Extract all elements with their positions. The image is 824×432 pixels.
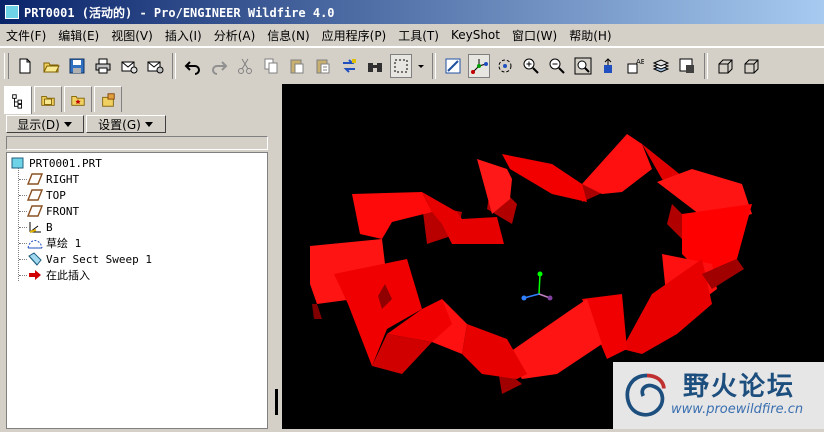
tab-folder-browser[interactable] [34,86,62,112]
tree-node-insert-here[interactable]: 在此插入 [27,267,90,283]
cut-icon[interactable] [234,54,256,78]
part-app-icon [5,5,19,19]
tree-column-header[interactable] [6,136,268,150]
coord-system-icon [29,222,41,233]
show-dropdown-label: 显示(D) [17,117,60,132]
insert-here-arrow-icon [29,270,41,280]
main-toolbar: AB [0,47,824,85]
forum-watermark: 野火论坛 www.proewildfire.cn [613,362,824,429]
show-dropdown[interactable]: 显示(D) [6,115,84,133]
tree-node-csys[interactable]: B [27,219,53,235]
paste-icon[interactable] [286,54,308,78]
tab-favorites[interactable] [64,86,92,112]
menu-tools[interactable]: 工具(T) [392,27,445,44]
regenerate-icon[interactable] [338,54,360,78]
menu-keyshot[interactable]: KeyShot [445,28,506,42]
menu-insert[interactable]: 插入(I) [159,27,208,44]
hidden-line-icon[interactable] [740,54,762,78]
repaint-icon[interactable] [442,54,464,78]
forum-logo-icon [625,373,666,417]
menu-edit[interactable]: 编辑(E) [52,27,105,44]
saved-views-icon[interactable]: AB [624,54,646,78]
sketch-icon [27,240,43,249]
zoom-in-icon[interactable] [520,54,542,78]
folder-browser-icon [41,95,55,106]
spin-center-icon[interactable] [468,54,490,78]
svg-text:AB: AB [636,58,644,66]
menu-view[interactable]: 视图(V) [105,27,159,44]
tree-node-top[interactable]: TOP [27,187,66,203]
tree-node-part[interactable]: PRT0001.PRT [10,155,102,171]
window-title: PRT0001 (活动的) - Pro/ENGINEER Wildfire 4.… [24,5,335,20]
datum-plane-icon [27,173,43,185]
navigator-tabs [4,86,124,114]
chevron-down-icon [144,122,153,127]
view-manager-icon[interactable] [676,54,698,78]
select-box-icon[interactable] [390,54,412,78]
undo-icon[interactable] [182,54,204,78]
panel-splitter[interactable] [272,84,282,429]
reorient-icon[interactable] [598,54,620,78]
tree-option-bar: 显示(D) 设置(G) [6,115,168,133]
tree-node-sweep[interactable]: Var Sect Sweep 1 [27,251,152,267]
datum-plane-icon [27,189,43,201]
settings-dropdown-label: 设置(G) [98,117,141,132]
menu-bar: 文件(F) 编辑(E) 视图(V) 插入(I) 分析(A) 信息(N) 应用程序… [0,24,824,47]
open-folder-icon[interactable] [40,54,62,78]
toolbar-separator [172,53,176,79]
favorites-folder-icon [71,95,85,106]
send-mail-icon[interactable] [118,54,140,78]
find-icon[interactable] [364,54,386,78]
model-tree-panel: 显示(D) 设置(G) PRT0001.PRT RIGHT TOP FRONT [0,84,272,429]
tree-connector-line [18,167,19,281]
toolbar-grip[interactable] [4,53,9,79]
redo-icon[interactable] [208,54,230,78]
model-tree-icon [12,93,22,109]
datum-plane-icon [27,205,43,217]
connections-icon [102,92,115,107]
menu-applications[interactable]: 应用程序(P) [316,27,393,44]
menu-window[interactable]: 窗口(W) [506,27,563,44]
model-tree: PRT0001.PRT RIGHT TOP FRONT B 草绘 1 Var S… [6,152,268,429]
tab-connections[interactable] [94,86,122,112]
menu-info[interactable]: 信息(N) [261,27,315,44]
splitter-collapse-icon [275,389,278,415]
layers-icon[interactable] [650,54,672,78]
part-icon [11,157,24,169]
shading-icon[interactable] [714,54,736,78]
tree-node-right[interactable]: RIGHT [27,171,79,187]
tree-node-sketch[interactable]: 草绘 1 [27,235,81,251]
menu-file[interactable]: 文件(F) [0,27,52,44]
select-box-dropdown-arrow-icon[interactable] [416,54,426,78]
zoom-out-icon[interactable] [546,54,568,78]
menu-analysis[interactable]: 分析(A) [208,27,262,44]
toolbar-separator [704,53,708,79]
new-file-icon[interactable] [14,54,36,78]
window-title-bar: PRT0001 (活动的) - Pro/ENGINEER Wildfire 4.… [0,0,824,24]
save-icon[interactable] [66,54,88,78]
copy-icon[interactable] [260,54,282,78]
sweep-icon [28,252,42,266]
orient-icon[interactable] [494,54,516,78]
settings-dropdown[interactable]: 设置(G) [86,115,166,133]
tree-node-front[interactable]: FRONT [27,203,79,219]
forum-url: www.proewildfire.cn [671,402,804,417]
sweep-model [310,134,752,394]
refit-icon[interactable] [572,54,594,78]
menu-help[interactable]: 帮助(H) [563,27,617,44]
tab-model-tree[interactable] [4,86,32,114]
forum-logo-text: 野火论坛 [683,372,796,402]
paste-special-icon[interactable] [312,54,334,78]
mail-attach-icon[interactable] [144,54,166,78]
print-icon[interactable] [92,54,114,78]
toolbar-separator [432,53,436,79]
chevron-down-icon [63,122,72,127]
